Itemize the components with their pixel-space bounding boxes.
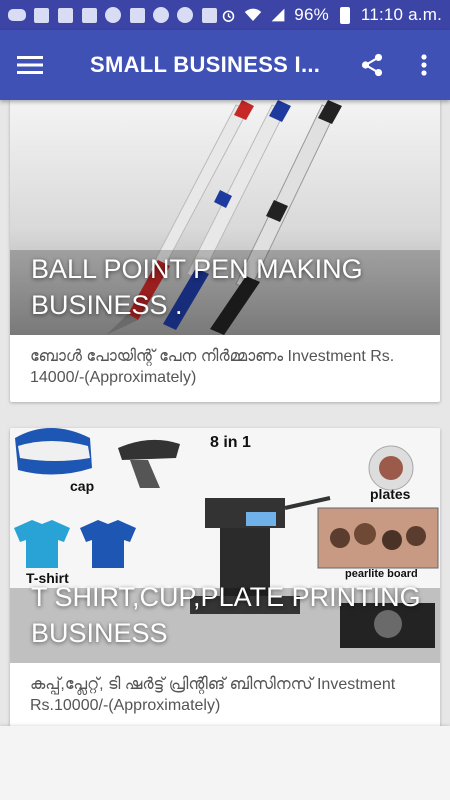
business-card[interactable]: BALL POINT PEN MAKING BUSINESS . ബോൾ പോയ…: [10, 100, 440, 402]
image-icon: [200, 6, 218, 24]
more-notifications-icon: [8, 6, 26, 24]
battery-percent: 96%: [294, 5, 329, 24]
card-title: T SHIRT,CUP,PLATE PRINTING BUSINESS: [31, 582, 421, 648]
clock: 11:10 a.m.: [360, 5, 442, 24]
menu-button[interactable]: [0, 30, 60, 100]
business-list[interactable]: BALL POINT PEN MAKING BUSINESS . ബോൾ പോയ…: [0, 100, 450, 726]
plate-illustration: [368, 445, 414, 491]
overflow-menu-button[interactable]: [398, 30, 450, 100]
app-bar: SMALL BUSINESS I...: [0, 30, 450, 100]
share-icon: [361, 53, 383, 77]
card-title: BALL POINT PEN MAKING BUSINESS .: [31, 254, 363, 320]
image-label-8-in-1: 8 in 1: [210, 434, 251, 451]
battery-icon: [336, 6, 354, 24]
camera-icon-3: [128, 6, 146, 24]
message-icon: [104, 6, 122, 24]
image-label-plates: plates: [370, 486, 411, 502]
message-icon-3: [176, 6, 194, 24]
pearlite-board-illustration: [317, 507, 439, 569]
card-image: 8 in 1 cap plates T-shirt pearlite board…: [10, 428, 440, 663]
business-card[interactable]: 8 in 1 cap plates T-shirt pearlite board…: [10, 428, 440, 726]
status-bar: 96% 11:10 a.m.: [0, 0, 450, 30]
signal-icon: [269, 6, 287, 24]
alarm-icon: [219, 6, 237, 24]
cap-illustration: [15, 428, 92, 475]
hamburger-menu-icon: [17, 56, 43, 74]
facebook-icon: [32, 6, 50, 24]
card-image: BALL POINT PEN MAKING BUSINESS .: [10, 100, 440, 335]
more-vert-icon: [421, 54, 427, 76]
app-title: SMALL BUSINESS I...: [90, 52, 321, 77]
card-description: കപ്പ്,പ്ലേറ്റ്, ടി ഷർട്ട് പ്രിന്റിങ് ബിസ…: [30, 676, 396, 714]
message-icon-2: [152, 6, 170, 24]
camera-icon-2: [80, 6, 98, 24]
wifi-icon: [244, 6, 262, 24]
system-icons: 96% 11:10 a.m.: [219, 5, 442, 25]
notification-icons: [8, 6, 218, 24]
camera-icon: [56, 6, 74, 24]
bottom-banner-area: [0, 726, 450, 800]
image-label-cap: cap: [70, 478, 95, 494]
share-button[interactable]: [346, 30, 398, 100]
card-description: ബോൾ പോയിന്റ് പേന നിർമ്മാണം Investment Rs…: [30, 348, 395, 386]
